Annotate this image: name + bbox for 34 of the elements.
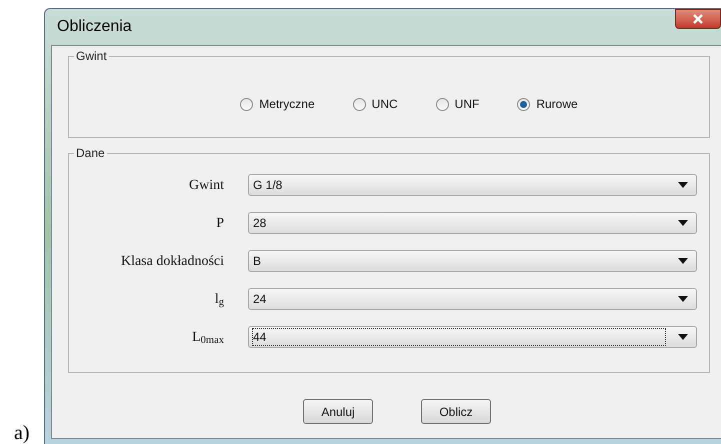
field-label: Klasa dokładności bbox=[120, 252, 224, 270]
radio-option[interactable]: UNF bbox=[436, 95, 480, 113]
dropdown-value: 44 bbox=[252, 328, 666, 346]
close-button[interactable] bbox=[675, 9, 721, 29]
dropdown[interactable]: 28 bbox=[248, 212, 697, 234]
radio-option[interactable]: Metryczne bbox=[240, 95, 315, 113]
window-title: Obliczenia bbox=[57, 17, 132, 37]
field-label: l$_{g}$ bbox=[214, 290, 224, 310]
dropdown-arrow-icon bbox=[678, 258, 688, 264]
field-label: Gwint bbox=[188, 176, 224, 194]
figure-caption: a) bbox=[14, 421, 30, 444]
dropdown-arrow-icon bbox=[678, 220, 688, 226]
field-label: P bbox=[215, 214, 224, 232]
dropdown-arrow-icon bbox=[678, 182, 688, 188]
dropdown[interactable]: 44 bbox=[248, 326, 697, 348]
dropdown-arrow-icon bbox=[678, 334, 688, 340]
dialog-button[interactable]: Anuluj bbox=[303, 399, 373, 424]
field-label: L$_{0max}$ bbox=[191, 328, 224, 348]
dialog-button[interactable]: Oblicz bbox=[421, 399, 491, 424]
radio-button[interactable] bbox=[436, 98, 449, 110]
radio-button[interactable] bbox=[352, 98, 366, 110]
dropdown-value: B bbox=[252, 253, 262, 270]
dropdown[interactable]: B bbox=[248, 250, 697, 272]
radio-button[interactable] bbox=[517, 98, 530, 110]
radio-button[interactable] bbox=[240, 98, 254, 110]
dropdown[interactable]: G 1/8 bbox=[248, 174, 697, 196]
dropdown-value: 24 bbox=[252, 291, 268, 308]
dropdown-value: G 1/8 bbox=[252, 177, 284, 194]
dropdown[interactable]: 24 bbox=[248, 288, 697, 310]
close-icon bbox=[692, 14, 704, 24]
dropdown-value: 28 bbox=[252, 215, 268, 232]
radio-option[interactable]: UNC bbox=[352, 95, 398, 113]
radio-option[interactable]: Rurowe bbox=[517, 95, 578, 113]
dropdown-arrow-icon bbox=[678, 296, 688, 302]
